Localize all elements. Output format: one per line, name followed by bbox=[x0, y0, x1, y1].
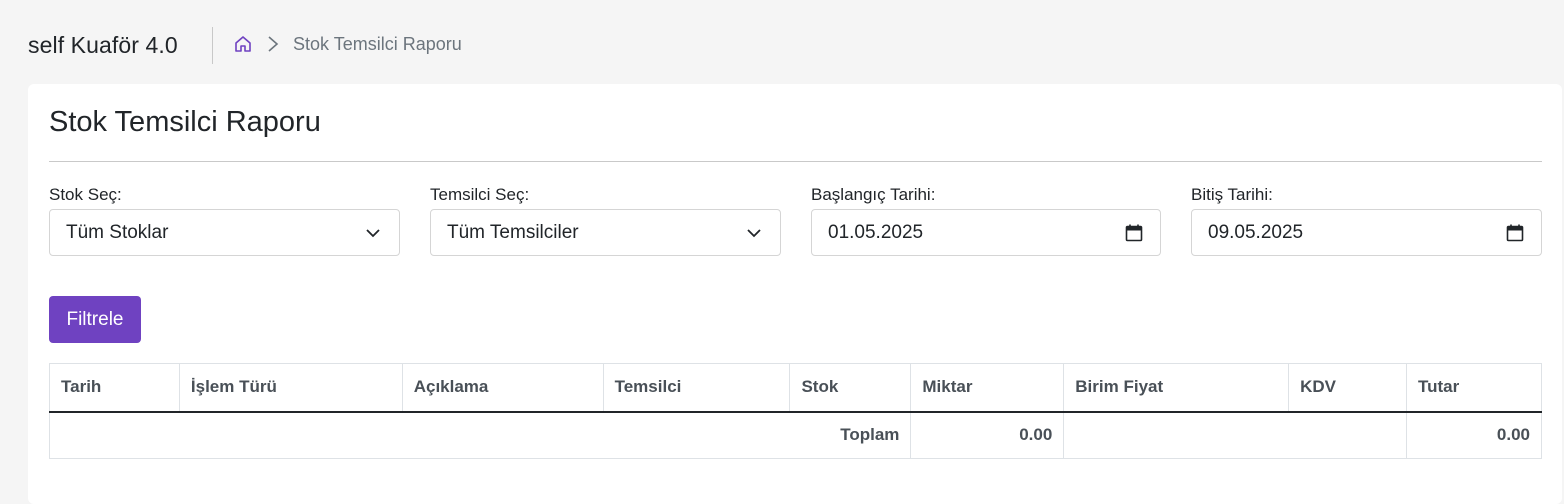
chevron-down-icon bbox=[366, 229, 380, 238]
column-header-amount[interactable]: Tutar bbox=[1406, 363, 1542, 413]
chevron-right-icon bbox=[268, 36, 279, 52]
column-header-vat[interactable]: KDV bbox=[1288, 363, 1408, 413]
end-date-value: 09.05.2025 bbox=[1208, 221, 1304, 243]
rep-select-label: Temsilci Seç: bbox=[430, 185, 530, 204]
column-header-transaction-type[interactable]: İşlem Türü bbox=[178, 363, 403, 413]
column-header-quantity[interactable]: Miktar bbox=[910, 363, 1065, 413]
footer-empty-cell bbox=[1063, 411, 1408, 459]
column-header-representative[interactable]: Temsilci bbox=[602, 363, 791, 413]
header-divider bbox=[212, 27, 213, 64]
start-date-label: Başlangıç Tarihi: bbox=[811, 185, 936, 204]
total-quantity: 0.00 bbox=[910, 411, 1065, 459]
rep-select-value: Tüm Temsilciler bbox=[447, 221, 579, 243]
start-date-input[interactable]: 01.05.2025 bbox=[811, 209, 1161, 256]
home-icon[interactable] bbox=[233, 34, 253, 54]
column-header-description[interactable]: Açıklama bbox=[401, 363, 604, 413]
app-brand: self Kuaför 4.0 bbox=[28, 32, 178, 58]
report-table: Tarih İşlem Türü Açıklama Temsilci Stok … bbox=[48, 363, 1542, 459]
end-date-label: Bitiş Tarihi: bbox=[1191, 185, 1273, 204]
column-header-date[interactable]: Tarih bbox=[49, 363, 180, 413]
column-header-stock[interactable]: Stok bbox=[789, 363, 912, 413]
top-bar: self Kuaför 4.0 Stok Temsilci Raporu bbox=[0, 0, 1564, 88]
end-date-input[interactable]: 09.05.2025 bbox=[1191, 209, 1542, 256]
filter-button[interactable]: Filtrele bbox=[49, 296, 141, 343]
start-date-value: 01.05.2025 bbox=[828, 221, 924, 243]
stock-select-label: Stok Seç: bbox=[49, 185, 122, 204]
breadcrumb-current: Stok Temsilci Raporu bbox=[293, 34, 462, 54]
total-amount: 0.00 bbox=[1406, 411, 1542, 459]
table-header-row: Tarih İşlem Türü Açıklama Temsilci Stok … bbox=[49, 363, 1542, 413]
stock-select[interactable]: Tüm Stoklar bbox=[49, 209, 400, 256]
total-label: Toplam bbox=[48, 411, 912, 459]
title-divider bbox=[49, 161, 1542, 162]
stock-select-value: Tüm Stoklar bbox=[66, 221, 169, 243]
rep-select[interactable]: Tüm Temsilciler bbox=[430, 209, 781, 256]
calendar-icon[interactable] bbox=[1124, 223, 1144, 243]
table-footer-row: Toplam 0.00 0.00 bbox=[48, 411, 1542, 459]
report-card: Stok Temsilci Raporu Stok Seç: Tüm Stokl… bbox=[28, 84, 1562, 504]
column-header-unit-price[interactable]: Birim Fiyat bbox=[1063, 363, 1290, 413]
page-title: Stok Temsilci Raporu bbox=[49, 106, 321, 138]
chevron-down-icon bbox=[747, 229, 761, 238]
calendar-icon[interactable] bbox=[1505, 223, 1525, 243]
